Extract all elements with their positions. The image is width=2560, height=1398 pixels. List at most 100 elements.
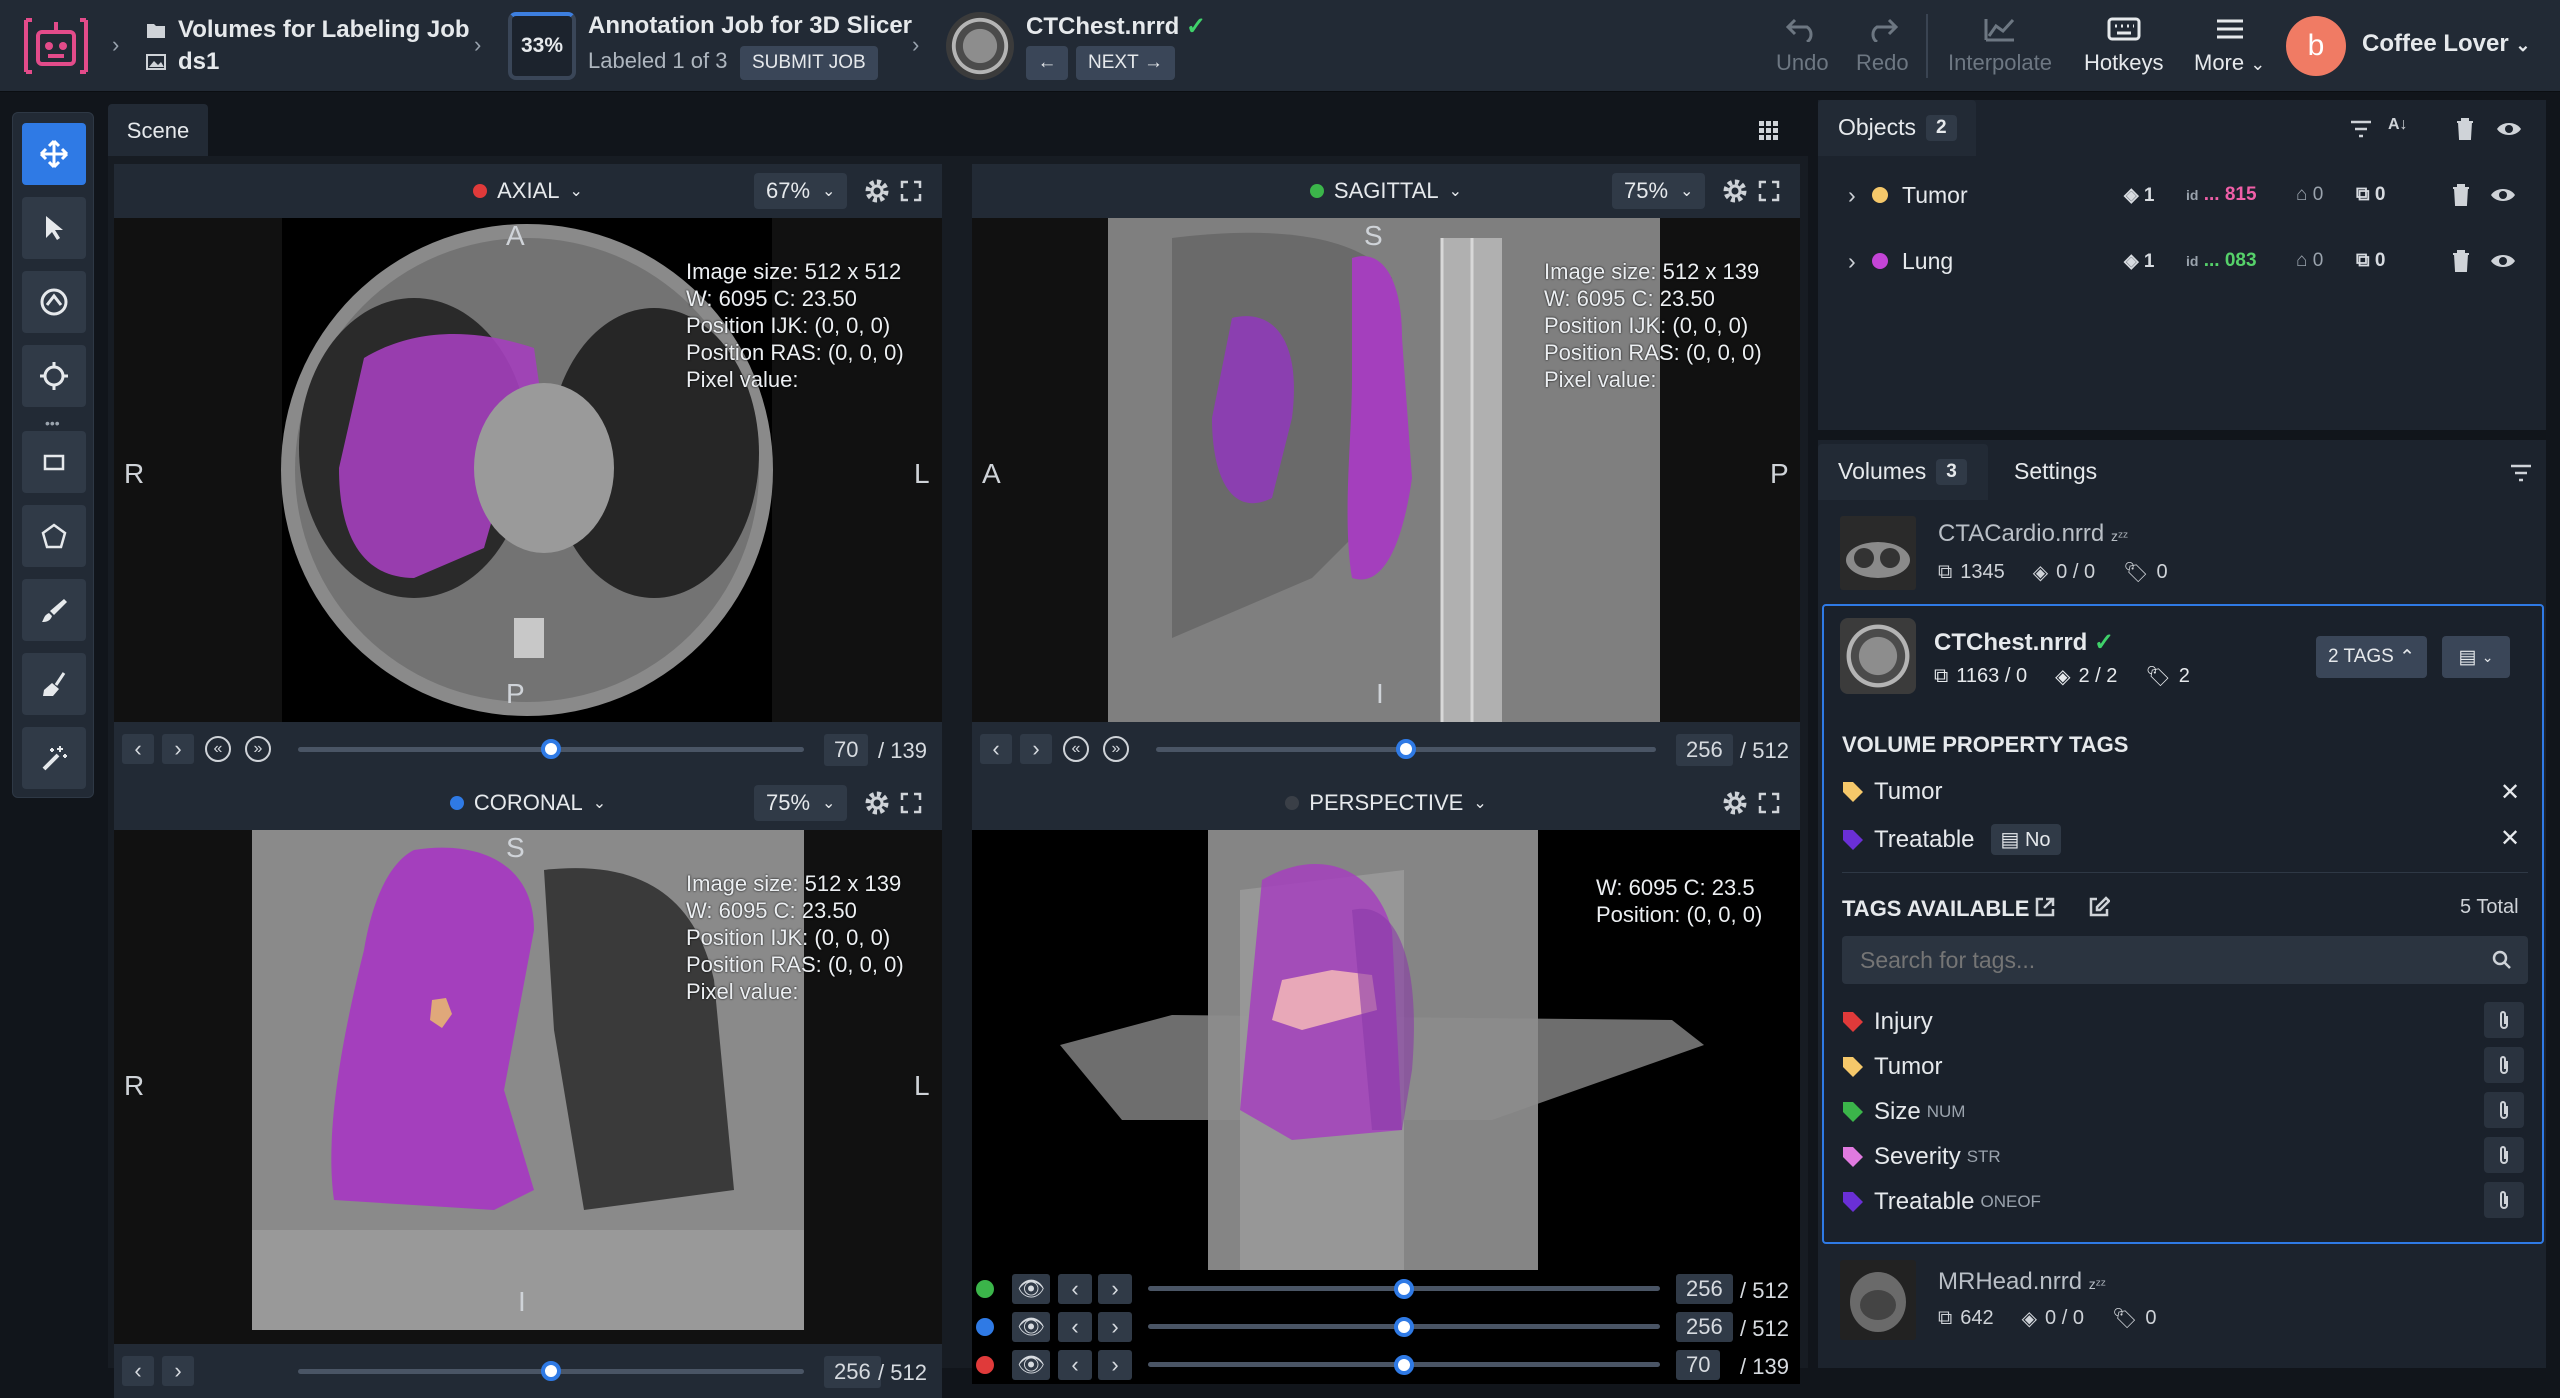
sagittal-image[interactable]: S I A P Image size: 512 x 139 W: 6095 C: … — [972, 218, 1800, 722]
slice-number[interactable]: 256 — [1676, 1312, 1733, 1342]
attach-tag-button[interactable] — [2484, 1047, 2524, 1083]
attach-tag-button[interactable] — [2484, 1092, 2524, 1128]
app-logo[interactable] — [16, 14, 96, 78]
previous-button[interactable]: ← — [1026, 46, 1068, 80]
sort-az-icon[interactable]: A↓ — [2388, 116, 2408, 134]
tag-value[interactable]: ▤ No — [1990, 824, 2061, 855]
property-tag[interactable]: Treatable ▤ No — [1842, 824, 2061, 855]
attach-tag-button[interactable] — [2484, 1137, 2524, 1173]
last-slice-button[interactable]: » — [1100, 734, 1132, 764]
point-tool[interactable] — [22, 345, 86, 407]
coronal-image[interactable]: S I R L Image size: 512 x 139 W: 6095 C: … — [114, 830, 942, 1376]
smart-tool[interactable] — [22, 271, 86, 333]
tag-search-input[interactable] — [1842, 936, 2482, 984]
view-name[interactable]: CORONAL — [474, 790, 583, 816]
available-tag[interactable]: Tumor — [1842, 1053, 1942, 1081]
tab-objects-label[interactable]: Objects 2 — [1838, 114, 1957, 141]
visibility-toggle[interactable]: 👁 — [1012, 1312, 1050, 1342]
prev-slice-button[interactable]: ‹ — [1058, 1350, 1092, 1380]
undo-button[interactable]: Undo — [1776, 16, 1829, 76]
slice-number[interactable]: 256 — [1676, 734, 1733, 766]
object-row[interactable]: › Tumor ◈ 1 id ... 815 ⌂ 0 ⧉ 0 — [1830, 170, 2550, 220]
slice-number[interactable]: 70 — [824, 734, 869, 766]
next-slice-button[interactable]: › — [1098, 1350, 1132, 1380]
object-row[interactable]: › Lung ◈ 1 id ... 083 ⌂ 0 ⧉ 0 — [1830, 236, 2550, 286]
visibility-toggle[interactable]: 👁 — [1012, 1274, 1050, 1304]
first-slice-button[interactable]: « — [1060, 734, 1092, 764]
tab-settings[interactable]: Settings — [2014, 458, 2097, 485]
pan-tool[interactable] — [22, 123, 86, 185]
brush-tool[interactable] — [22, 579, 86, 641]
available-tag[interactable]: Size NUM — [1842, 1098, 1965, 1126]
slice-number[interactable]: 70 — [1676, 1350, 1721, 1380]
next-slice-button[interactable]: › — [1098, 1312, 1132, 1342]
sagittal-view[interactable]: SAGITTAL ⌄ 75% ⌄ S I A P Image size: 512 … — [972, 164, 1800, 776]
breadcrumb-project[interactable]: Volumes for Labeling Job — [146, 16, 470, 44]
prev-slice-button[interactable]: ‹ — [980, 734, 1012, 764]
available-tag[interactable]: Treatable ONEOF — [1842, 1188, 2041, 1216]
zoom-select[interactable]: 75% ⌄ — [754, 785, 848, 821]
rectangle-tool[interactable] — [22, 431, 86, 493]
slice-number[interactable]: 256 — [1676, 1274, 1733, 1304]
trash-icon[interactable] — [2452, 250, 2470, 272]
volume-item[interactable]: CTACardio.nrrd zᶻᶻ ⧉ 1345 ◈ 0 / 0 🏷 0 — [1840, 510, 2540, 600]
volume-item[interactable]: MRHead.nrrd zᶻᶻ ⧉ 642 ◈ 0 / 0 🏷 0 — [1840, 1254, 2540, 1354]
tab-volumes-label[interactable]: Volumes 3 — [1838, 458, 1967, 485]
volume-menu-button[interactable]: ▤ ⌄ — [2442, 636, 2510, 678]
axial-view[interactable]: AXIAL ⌄ 67% ⌄ A P R L Image size: 512 x 5… — [114, 164, 942, 776]
slice-slider-handle[interactable] — [541, 739, 561, 759]
breadcrumb-dataset[interactable]: ds1 — [146, 48, 219, 76]
magic-wand-tool[interactable] — [22, 727, 86, 789]
gear-icon[interactable] — [864, 178, 890, 204]
prev-slice-button[interactable]: ‹ — [122, 734, 154, 764]
view-name[interactable]: SAGITTAL — [1334, 178, 1439, 204]
chevron-right-icon[interactable]: › — [1848, 182, 1856, 209]
user-avatar[interactable]: b — [2286, 16, 2346, 76]
coronal-view[interactable]: CORONAL ⌄ 75% ⌄ S I R L Image size: 512 x… — [114, 776, 942, 1376]
eye-icon[interactable] — [2496, 120, 2522, 138]
filter-icon[interactable] — [2350, 120, 2372, 138]
grid-layout-icon[interactable] — [1758, 120, 1780, 142]
filter-icon[interactable] — [2510, 464, 2532, 482]
visibility-toggle[interactable]: 👁 — [1012, 1350, 1050, 1380]
prev-slice-button[interactable]: ‹ — [1058, 1312, 1092, 1342]
gear-icon[interactable] — [1722, 790, 1748, 816]
next-slice-button[interactable]: › — [1020, 734, 1052, 764]
tags-toggle-button[interactable]: 2 TAGS ⌃ — [2316, 636, 2428, 678]
view-name[interactable]: PERSPECTIVE — [1309, 790, 1463, 816]
chevron-right-icon[interactable]: › — [1848, 248, 1856, 275]
axial-image[interactable]: A P R L Image size: 512 x 512 W: 6095 C: … — [114, 218, 942, 722]
next-slice-button[interactable]: › — [162, 734, 194, 764]
zoom-select[interactable]: 67% ⌄ — [754, 173, 848, 209]
search-icon[interactable] — [2492, 950, 2512, 970]
external-link-icon[interactable] — [2034, 896, 2056, 918]
attach-tag-button[interactable] — [2484, 1182, 2524, 1218]
slice-slider-handle[interactable] — [1394, 1355, 1414, 1375]
hotkeys-button[interactable]: Hotkeys — [2084, 16, 2163, 76]
slice-slider-handle[interactable] — [1394, 1279, 1414, 1299]
eraser-tool[interactable] — [22, 653, 86, 715]
zoom-select[interactable]: 75% ⌄ — [1612, 173, 1706, 209]
prev-slice-button[interactable]: ‹ — [1058, 1274, 1092, 1304]
next-slice-button[interactable]: › — [1098, 1274, 1132, 1304]
last-slice-button[interactable]: » — [242, 734, 274, 764]
slice-slider-handle[interactable] — [1394, 1317, 1414, 1337]
available-tag[interactable]: Injury — [1842, 1008, 1933, 1036]
fullscreen-icon[interactable] — [900, 180, 922, 202]
redo-button[interactable]: Redo — [1856, 16, 1909, 76]
eye-icon[interactable] — [2490, 186, 2516, 204]
close-icon[interactable]: ✕ — [2500, 778, 2520, 807]
prev-slice-button[interactable]: ‹ — [122, 1356, 154, 1386]
fullscreen-icon[interactable] — [900, 792, 922, 814]
attach-tag-button[interactable] — [2484, 1002, 2524, 1038]
more-menu-button[interactable]: More ⌄ — [2194, 16, 2265, 76]
next-slice-button[interactable]: › — [162, 1356, 194, 1386]
gear-icon[interactable] — [864, 790, 890, 816]
slice-slider-handle[interactable] — [1396, 739, 1416, 759]
polygon-tool[interactable] — [22, 505, 86, 567]
edit-icon[interactable] — [2088, 896, 2110, 918]
gear-icon[interactable] — [1722, 178, 1748, 204]
next-button[interactable]: NEXT → — [1076, 46, 1175, 80]
submit-job-button[interactable]: SUBMIT JOB — [740, 46, 878, 80]
fullscreen-icon[interactable] — [1758, 180, 1780, 202]
